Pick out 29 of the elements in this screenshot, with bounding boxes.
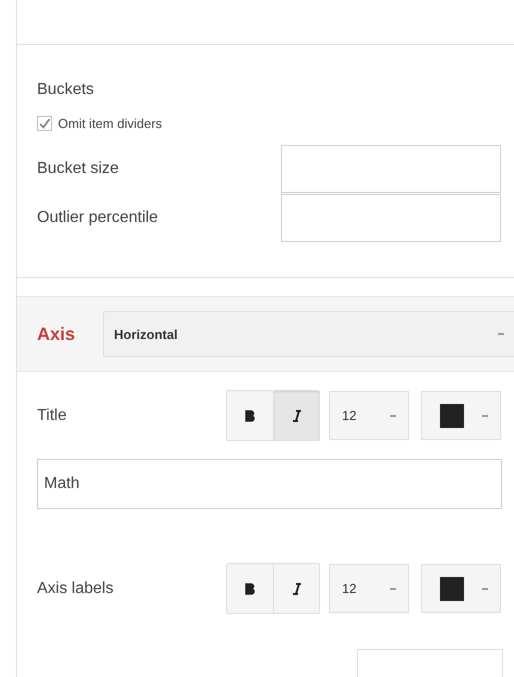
bold-button[interactable] xyxy=(227,564,273,613)
bold-icon xyxy=(245,582,255,594)
row-label: Title xyxy=(37,406,68,424)
bold-icon xyxy=(245,410,255,422)
input-field[interactable] xyxy=(281,145,501,193)
input-field[interactable] xyxy=(281,194,501,242)
color-dropdown[interactable] xyxy=(421,564,501,613)
axis-label: Axis xyxy=(37,324,76,344)
font-size-dropdown[interactable]: 12 xyxy=(329,564,409,613)
color-dropdown[interactable] xyxy=(421,391,501,440)
field-label: Outlier percentile xyxy=(37,209,158,227)
field-label: Bucket size xyxy=(37,160,119,178)
italic-icon xyxy=(292,410,302,422)
checkbox[interactable] xyxy=(37,116,52,131)
caret-icon xyxy=(482,414,488,416)
checkbox-label: Omit item dividers xyxy=(58,116,162,131)
title-field[interactable]: Math xyxy=(37,459,502,509)
row-label: Axis labels xyxy=(37,580,114,598)
bold-button[interactable] xyxy=(227,391,273,440)
caret-icon xyxy=(482,588,488,590)
color-swatch xyxy=(440,404,464,428)
axis-dropdown[interactable]: Horizontal xyxy=(103,311,514,357)
caret-icon xyxy=(498,333,504,335)
caret-icon xyxy=(390,588,396,590)
section-title: Buckets xyxy=(37,80,95,100)
color-swatch xyxy=(440,576,464,600)
font-size-dropdown[interactable]: 12 xyxy=(329,391,409,440)
caret-icon xyxy=(390,414,396,416)
italic-icon xyxy=(292,582,302,594)
